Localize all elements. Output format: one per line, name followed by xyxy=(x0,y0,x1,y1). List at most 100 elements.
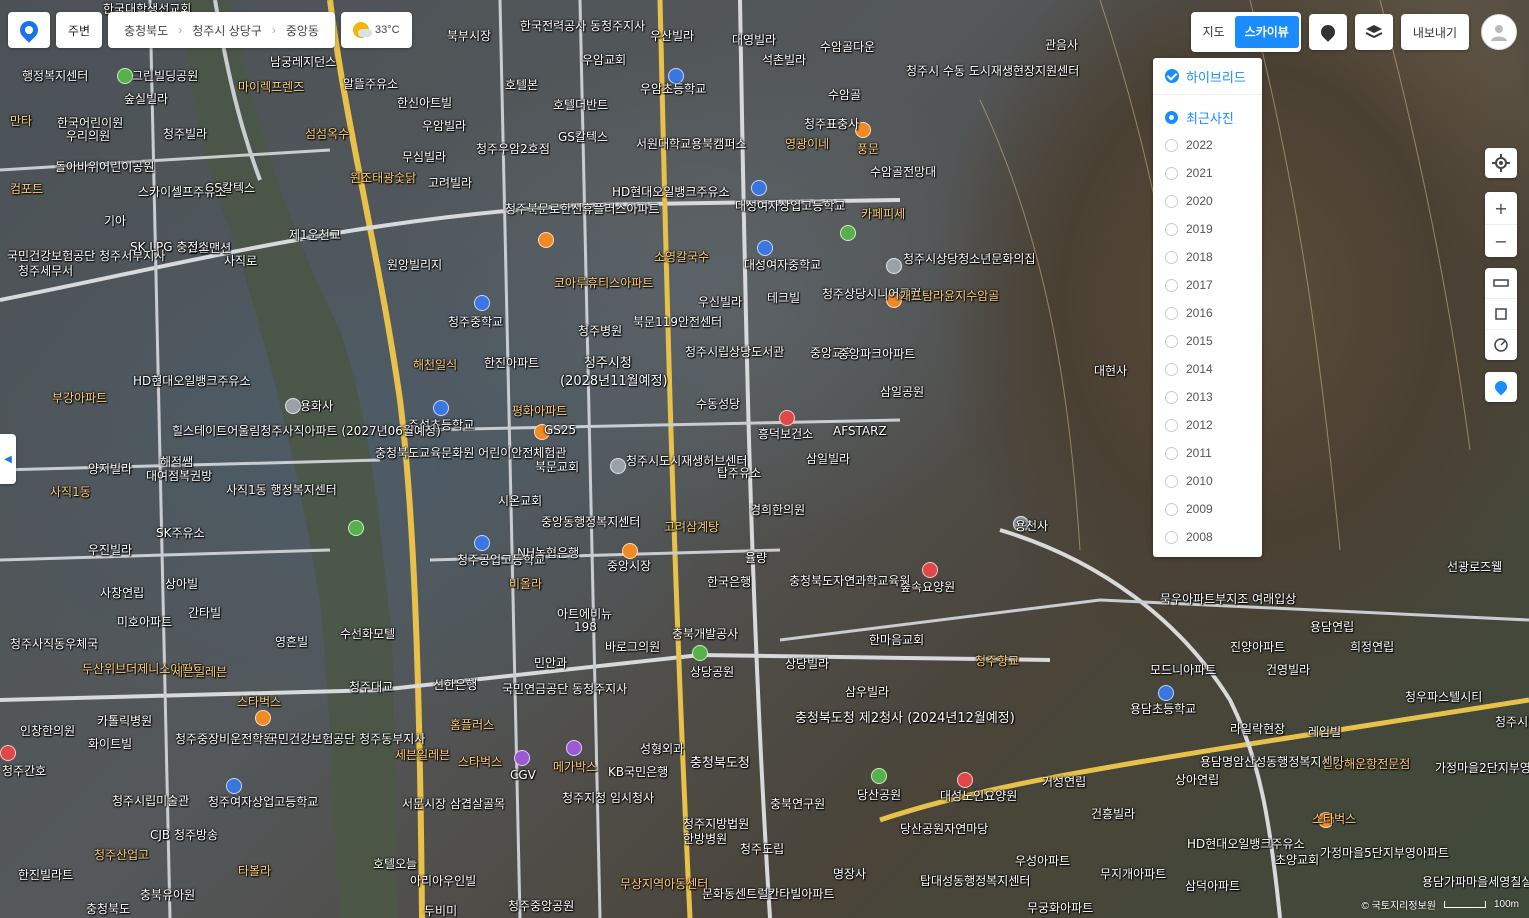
park-poi-icon[interactable] xyxy=(348,520,364,536)
current-location-button[interactable] xyxy=(1485,148,1517,178)
map-label[interactable]: 대성여자상업고등학교 xyxy=(735,197,845,214)
map-label[interactable]: 카페피세 xyxy=(861,205,905,222)
map-label[interactable]: 남궁레지던스 xyxy=(270,53,336,70)
map-label[interactable]: 대성여자중학교 xyxy=(744,256,821,273)
map-label[interactable]: 무심빌라 xyxy=(402,148,446,165)
zoom-in-button[interactable]: + xyxy=(1485,192,1517,225)
map-label[interactable]: 청우파스텔시티 xyxy=(1405,688,1482,705)
map-label[interactable]: 홈플러스 xyxy=(450,716,494,733)
map-label[interactable]: 우리의원 xyxy=(66,127,110,144)
export-button[interactable]: 내보내기 xyxy=(1400,14,1469,50)
map-label[interactable]: 충청북도 xyxy=(86,900,130,917)
map-label[interactable]: 한신아트빌 xyxy=(397,94,452,111)
map-label[interactable]: 건영빌라 xyxy=(1266,661,1310,678)
map-label[interactable]: 컴포트 xyxy=(10,180,43,197)
map-label[interactable]: 가정마을2단지부영아파트 xyxy=(1435,759,1529,776)
map-label[interactable]: 상당빌라 xyxy=(785,655,829,672)
map-label[interactable]: 충청북도청 xyxy=(690,752,750,771)
map-label[interactable]: 용담초등학교 xyxy=(1130,700,1196,717)
map-label[interactable]: 청주시립미술관 xyxy=(112,792,189,809)
year-option[interactable]: 2016 xyxy=(1153,299,1262,327)
map-label[interactable]: 청주세무서 xyxy=(18,262,73,279)
map-label[interactable]: 가정마을5단지부영아파트 xyxy=(1320,844,1449,861)
map-label[interactable]: 충북연구원 xyxy=(770,795,825,812)
map-label[interactable]: SK주유소 xyxy=(156,524,205,541)
map-label[interactable]: 중앙동행정복지센터 xyxy=(541,513,640,530)
map-label[interactable]: 삼덕아파트 xyxy=(1185,877,1240,894)
map-label[interactable]: 청주향교 xyxy=(975,652,1019,669)
map-label[interactable]: 청주대교 xyxy=(349,678,393,695)
map-label[interactable]: 청주시청 xyxy=(584,352,632,371)
map-label[interactable]: 충청북도자연과학교육원 xyxy=(789,572,910,589)
map-label[interactable]: 청주시 수동 도시재생현장지원센터 xyxy=(906,62,1079,79)
map-label[interactable]: 청주여자상업고등학교 xyxy=(208,793,318,810)
map-label[interactable]: 고려삼계탕 xyxy=(664,518,719,535)
map-label[interactable]: 평화아파트 xyxy=(512,402,567,419)
school-poi-icon[interactable] xyxy=(757,240,773,256)
map-label[interactable]: 영흔빌 xyxy=(275,633,308,650)
map-label[interactable]: 타볼라 xyxy=(238,862,271,879)
map-label[interactable]: 우암빌라 xyxy=(422,117,466,134)
school-poi-icon[interactable] xyxy=(751,180,767,196)
hospital-poi-icon[interactable] xyxy=(922,562,938,578)
breadcrumb-province[interactable]: 충청북도 xyxy=(114,22,178,39)
cinema-poi-icon[interactable] xyxy=(566,740,582,756)
park-poi-icon[interactable] xyxy=(692,645,708,661)
map-label[interactable]: 스타벅스 xyxy=(237,693,281,710)
map-label[interactable]: 청주시립어린이집 xyxy=(1495,713,1529,730)
hospital-poi-icon[interactable] xyxy=(779,410,795,426)
map-label[interactable]: 청주시도시재생허브센터 xyxy=(626,452,747,469)
map-label[interactable]: 양지빌라 xyxy=(88,460,132,477)
map-label[interactable]: 호텔오늘 xyxy=(373,855,417,872)
map-label[interactable]: 청주간호 xyxy=(2,762,46,779)
map-label[interactable]: 문화동센트럴칸타빌아파트 xyxy=(702,885,834,902)
map-label[interactable]: 민안과 xyxy=(534,654,567,671)
map-label[interactable]: 힐스테이트어울림청주사직아파트 (2027년06월예정) xyxy=(172,422,441,439)
map-label[interactable]: GS칼텍스 xyxy=(558,128,608,145)
map-label[interactable]: 무상지역아동센터 xyxy=(620,875,708,892)
map-label[interactable]: 충북개발공사 xyxy=(672,625,738,642)
school-poi-icon[interactable] xyxy=(433,400,449,416)
map-label[interactable]: 국민건강보험공단 청주서부지사 xyxy=(7,247,165,264)
map-label[interactable]: 청주표충사 xyxy=(804,115,859,132)
map-label[interactable]: 중앙시장 xyxy=(607,557,651,574)
school-poi-icon[interactable] xyxy=(474,295,490,311)
map-label[interactable]: 신강해운항전문점 xyxy=(1322,755,1410,772)
map-label[interactable]: 청주북문로한신휴플러스아파트 xyxy=(505,200,660,217)
hospital-poi-icon[interactable] xyxy=(957,772,973,788)
map-label[interactable]: 상아연립 xyxy=(1175,771,1219,788)
map-label[interactable]: 호텔더반트 xyxy=(553,96,608,113)
map-label[interactable]: 신한은행 xyxy=(433,676,477,693)
map-label[interactable]: 건흥빌라 xyxy=(1091,805,1135,822)
year-option[interactable]: 2020 xyxy=(1153,187,1262,215)
map-label[interactable]: 카톨릭병원 xyxy=(97,712,152,729)
map-label[interactable]: 영광이네 xyxy=(785,135,829,152)
map-label[interactable]: 알뜰주유소 xyxy=(343,75,398,92)
map-label[interactable]: 스타벅스 xyxy=(1312,810,1356,827)
map-label[interactable]: 숲실빌라 xyxy=(124,90,168,107)
map-label[interactable]: 경희한의원 xyxy=(750,501,805,518)
year-option[interactable]: 2013 xyxy=(1153,383,1262,411)
map-label[interactable]: 수암골다운 xyxy=(820,38,875,55)
park-poi-icon[interactable] xyxy=(871,768,887,784)
map-label[interactable]: 사창연립 xyxy=(100,584,144,601)
map-type-map-button[interactable]: 지도 xyxy=(1193,16,1235,48)
map-label[interactable]: 우성아파트 xyxy=(1015,852,1070,869)
map-label[interactable]: HD현대오일뱅크주유소 xyxy=(612,183,730,200)
map-label[interactable]: 청주중학교 xyxy=(448,313,503,330)
map-label[interactable]: KB국민은행 xyxy=(608,763,668,780)
map-label[interactable]: 미호아파트 xyxy=(117,613,172,630)
map-label[interactable]: 우암초등학교 xyxy=(640,80,706,97)
map-label[interactable]: 우산빌라 xyxy=(650,27,694,44)
map-label[interactable]: 한진아파트 xyxy=(484,354,539,371)
map-label[interactable]: 비올라 xyxy=(509,575,542,592)
map-label[interactable]: 세븐일레븐 xyxy=(395,746,450,763)
map-label[interactable]: 청주사직동우체국 xyxy=(10,635,98,652)
year-option[interactable]: 2015 xyxy=(1153,327,1262,355)
map-label[interactable]: 인창한의원 xyxy=(20,722,75,739)
map-label[interactable]: 화이트빌 xyxy=(88,735,132,752)
weather-widget[interactable]: 33°C xyxy=(340,12,412,48)
map-logo-button[interactable] xyxy=(8,12,50,48)
map-label[interactable]: 마이렉프렌즈 xyxy=(238,78,304,95)
layers-button[interactable] xyxy=(1354,14,1393,50)
